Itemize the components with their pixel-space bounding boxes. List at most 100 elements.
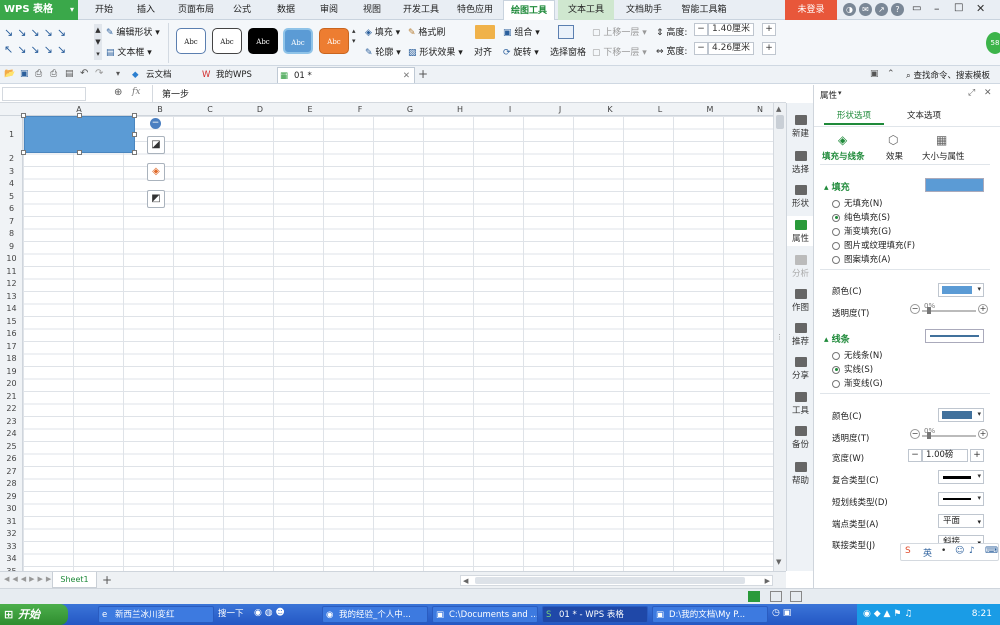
column-header-cell[interactable]: L (635, 103, 685, 116)
outline-float-button[interactable]: ◩ (147, 190, 165, 208)
row-header-cell[interactable]: 33 (0, 541, 23, 554)
line-section-title[interactable]: ▴ 线条 (824, 332, 850, 345)
style-preset-3[interactable]: Abc (248, 28, 278, 54)
feedback-icon[interactable]: ✉ (859, 3, 872, 16)
radio-gradient-fill[interactable]: 渐变填充(G) (832, 225, 891, 237)
close-icon[interactable]: ✕ (984, 88, 992, 98)
export-icon[interactable]: ▤ (65, 69, 74, 79)
row-header-cell[interactable]: 14 (0, 303, 23, 316)
tab-view[interactable]: 视图 (356, 0, 388, 20)
align-button[interactable]: 对齐 (474, 45, 492, 58)
login-button[interactable]: 未登录 (785, 0, 837, 20)
close-icon[interactable]: ✕ (976, 2, 985, 15)
vertical-scrollbar[interactable]: ▲ ⋮ ▼ (773, 103, 786, 571)
row-header-cell[interactable]: 16 (0, 328, 23, 341)
add-sheet-icon[interactable]: + (102, 573, 112, 587)
close-tab-icon[interactable]: ✕ (403, 68, 410, 84)
tab-text-tools[interactable]: 文本工具 (558, 0, 614, 20)
taskbar-item-browser[interactable]: e 新西兰冰川変红 (98, 606, 214, 623)
tab-my-wps[interactable]: W 我的WPS (200, 67, 274, 83)
chevron-down-icon[interactable]: ▾ (838, 89, 842, 97)
start-button[interactable]: ⊞ 开始 (0, 604, 68, 625)
fill-float-button[interactable]: ◈ (147, 163, 165, 181)
name-box[interactable] (2, 87, 86, 101)
column-header-cell[interactable]: F (335, 103, 385, 116)
row-header-cell[interactable]: 15 (0, 316, 23, 329)
row-header-cell[interactable]: 21 (0, 391, 23, 404)
fx-button[interactable]: fx (132, 87, 140, 97)
taskbar-item-wps[interactable]: S 01 * - WPS 表格 (542, 606, 648, 623)
fill-color-dropdown[interactable]: ▾ (938, 283, 984, 297)
resize-handle[interactable] (21, 113, 26, 118)
tab-shape-options[interactable]: 形状选项 (824, 107, 884, 125)
scroll-right-icon[interactable]: ▶ (765, 577, 770, 585)
column-header-cell[interactable]: K (585, 103, 635, 116)
row-header-cell[interactable]: 13 (0, 291, 23, 304)
tab-developer[interactable]: 开发工具 (397, 0, 445, 20)
side-panel-button[interactable]: 选择 (787, 147, 814, 177)
customize-icon[interactable]: ▾ (116, 69, 120, 78)
style-preset-2[interactable]: Abc (212, 28, 242, 54)
height-increase-button[interactable]: + (762, 23, 776, 36)
selection-pane-button[interactable]: 选择窗格 (550, 45, 586, 58)
normal-view-icon[interactable] (748, 591, 760, 602)
help-icon[interactable]: ? (891, 3, 904, 16)
tab-home[interactable]: 开始 (88, 0, 120, 20)
side-panel-button[interactable]: 工具 (787, 388, 814, 418)
shape-effect-button[interactable]: ▧ 形状效果 ▾ (408, 45, 463, 58)
subtab-fill-line[interactable]: 填充与线条 (822, 150, 865, 162)
scroll-down-icon[interactable]: ▼ (776, 558, 781, 566)
side-panel-button[interactable]: 形状 (787, 181, 814, 211)
radio-solid-fill[interactable]: 纯色填充(S) (832, 211, 890, 223)
assistant-icon[interactable]: 58 (986, 32, 1000, 54)
row-header-cell[interactable]: 34 (0, 553, 23, 566)
taskbar-item-mydocs[interactable]: ▣ D:\我的文档\My P... (652, 606, 768, 623)
row-header-cell[interactable]: 32 (0, 528, 23, 541)
horizontal-scrollbar[interactable]: ◀ ▶ (460, 575, 773, 586)
taskbar-item-experience[interactable]: ◉ 我的经验_个人中... (322, 606, 428, 623)
transparency-increase-icon[interactable]: + (978, 304, 988, 314)
minimize-icon[interactable]: – (934, 2, 940, 15)
format-brush-button[interactable]: ✎ 格式刷 (408, 25, 445, 38)
row-header-cell[interactable]: 25 (0, 441, 23, 454)
send-backward-button[interactable]: ▢ 下移一层 ▾ (592, 45, 647, 58)
tab-special[interactable]: 特色应用 (451, 0, 499, 20)
print-preview-icon[interactable]: ⎙ (35, 69, 42, 79)
side-panel-button[interactable]: 分析 (787, 251, 814, 281)
style-preset-5[interactable]: Abc (319, 28, 349, 54)
side-panel-button[interactable]: 作图 (787, 285, 814, 315)
row-header-cell[interactable]: 24 (0, 428, 23, 441)
transparency-decrease-icon[interactable]: − (910, 429, 920, 439)
row-header-cell[interactable]: 19 (0, 366, 23, 379)
cap-type-dropdown[interactable]: 平面 ▾ (938, 514, 984, 528)
column-header-cell[interactable]: M (685, 103, 735, 116)
scroll-thumb[interactable] (776, 115, 784, 129)
radio-pattern-fill[interactable]: 图案填充(A) (832, 253, 890, 265)
radio-gradient-line[interactable]: 渐变线(G) (832, 377, 883, 389)
command-search[interactable]: ⌕ 查找命令、搜索模板 (906, 69, 990, 81)
style-more-icon[interactable]: ▴ ▾ (352, 26, 356, 46)
row-header-cell[interactable]: 12 (0, 278, 23, 291)
row-header-cell[interactable]: 2 (0, 153, 23, 166)
split-icon[interactable]: ⋮ (776, 333, 783, 341)
redo-icon[interactable]: ↷ (95, 68, 103, 79)
bring-forward-button[interactable]: ▢ 上移一层 ▾ (592, 25, 647, 38)
row-header-cell[interactable]: 1 (0, 116, 23, 153)
row-header-cell[interactable]: 8 (0, 228, 23, 241)
row-header-cell[interactable]: 3 (0, 166, 23, 179)
tab-document-01[interactable]: ▦ 01 * ✕ (277, 67, 415, 83)
side-panel-button[interactable]: 备份 (787, 422, 814, 452)
radio-no-line[interactable]: 无线条(N) (832, 349, 883, 361)
row-header-cell[interactable]: 29 (0, 491, 23, 504)
tab-smart-toolbox[interactable]: 智能工具箱 (676, 0, 732, 20)
line-width-decrease-button[interactable]: − (908, 449, 922, 462)
quicklaunch-icons[interactable]: ◉ ◍ ☻ (254, 608, 285, 618)
edit-shape-float-button[interactable]: ◪ (147, 136, 165, 154)
row-header-cell[interactable]: 4 (0, 178, 23, 191)
rotate-button[interactable]: ⟳ 旋转 ▾ (503, 45, 539, 58)
column-header-cell[interactable]: G (385, 103, 435, 116)
scroll-left-icon[interactable]: ◀ (463, 577, 468, 585)
row-header-cell[interactable]: 17 (0, 341, 23, 354)
side-panel-button[interactable]: 属性 (787, 216, 814, 246)
resize-handle[interactable] (77, 113, 82, 118)
